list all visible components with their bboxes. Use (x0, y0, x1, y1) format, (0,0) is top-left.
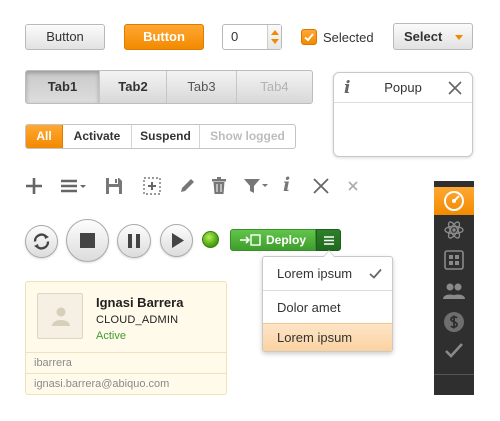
user-role: CLOUD_ADMIN (96, 314, 179, 326)
menu-item-label: Dolor amet (277, 300, 341, 315)
plus-icon[interactable] (24, 176, 44, 196)
menu-item[interactable]: Lorem ipsum (263, 257, 392, 291)
spinner-down-icon[interactable] (271, 39, 279, 44)
checkmark-icon (369, 268, 382, 279)
segmented-filter: All Activate Suspend Show logged (25, 124, 296, 149)
trash-icon[interactable] (209, 176, 229, 196)
spinner-up-icon[interactable] (271, 30, 279, 35)
grid-icon (444, 250, 464, 270)
tab-4-disabled: Tab4 (260, 79, 289, 94)
user-status: Active (96, 330, 126, 342)
atom-icon (444, 221, 464, 239)
status-led (202, 231, 219, 248)
sidebar-item-dashboard[interactable] (434, 187, 474, 215)
deploy-icon (240, 234, 261, 246)
tab-2[interactable]: Tab2 (100, 71, 167, 103)
user-placeholder-icon (52, 307, 70, 326)
tab-1[interactable]: Tab1 (26, 71, 100, 103)
deploy-button[interactable]: Deploy (230, 229, 316, 251)
menu-item-highlighted[interactable]: Lorem ipsum (263, 323, 392, 351)
pause-button[interactable] (117, 224, 151, 258)
filter-activate[interactable]: Activate (63, 125, 132, 148)
deploy-label: Deploy (266, 233, 307, 247)
refresh-icon (33, 233, 50, 250)
add-select-icon[interactable] (142, 176, 162, 196)
deploy-menu-button[interactable] (316, 229, 341, 251)
number-spinner[interactable]: 0 (222, 24, 282, 50)
save-icon[interactable] (104, 176, 124, 196)
filter-show-logged: Show logged (210, 129, 285, 143)
filter-icon[interactable] (243, 176, 269, 196)
sidebar (434, 181, 474, 395)
spinner-value[interactable]: 0 (231, 25, 238, 49)
select-label: Select (404, 29, 443, 44)
caret-down-icon (455, 35, 463, 40)
menu-item-label: Lorem ipsum (277, 330, 353, 345)
sidebar-item-check[interactable] (434, 338, 474, 366)
info-icon[interactable]: i (283, 174, 290, 196)
deploy-dropdown-menu: Lorem ipsum Dolor amet Lorem ipsum (262, 250, 393, 352)
stop-button[interactable] (66, 219, 109, 262)
menu-icon (324, 236, 334, 245)
select-dropdown[interactable]: Select (393, 23, 473, 50)
sidebar-item-atom[interactable] (434, 216, 474, 244)
orange-button[interactable]: Button (124, 24, 204, 50)
popup: i Popup (333, 72, 473, 157)
small-close-icon[interactable] (343, 176, 363, 196)
tab-3[interactable]: Tab3 (167, 71, 237, 103)
close-icon[interactable] (448, 81, 462, 95)
user-username: ibarrera (26, 352, 226, 372)
sidebar-item-grid[interactable] (434, 247, 474, 275)
dollar-icon (444, 312, 464, 332)
avatar (37, 293, 83, 339)
checkmark-icon (304, 33, 314, 42)
pencil-icon[interactable] (177, 176, 197, 196)
users-icon (443, 283, 465, 299)
user-card: Ignasi Barrera CLOUD_ADMIN Active ibarre… (25, 281, 227, 395)
menu-item[interactable]: Dolor amet (263, 294, 392, 322)
list-icon[interactable] (59, 176, 87, 196)
sidebar-item-users[interactable] (434, 278, 474, 306)
sidebar-divider (434, 374, 474, 375)
check-icon (445, 343, 463, 358)
dashboard-icon (444, 191, 464, 211)
pause-icon (128, 234, 140, 248)
play-icon (172, 233, 184, 248)
stop-icon (80, 233, 95, 248)
refresh-button[interactable] (25, 225, 58, 258)
sidebar-item-pricing[interactable] (434, 308, 474, 336)
gray-button[interactable]: Button (25, 24, 105, 50)
filter-suspend[interactable]: Suspend (132, 125, 200, 148)
user-name: Ignasi Barrera (96, 295, 184, 310)
checkbox-label: Selected (323, 30, 374, 45)
selected-checkbox[interactable] (301, 29, 317, 45)
play-button[interactable] (160, 224, 193, 257)
spinner-arrows[interactable] (267, 25, 281, 49)
filter-all[interactable]: All (26, 125, 63, 148)
tab-bar: Tab1 Tab2 Tab3 Tab4 (25, 70, 313, 104)
user-email: ignasi.barrera@abiquo.com (26, 373, 226, 393)
close-icon[interactable] (311, 176, 331, 196)
popup-header: i Popup (334, 73, 472, 103)
menu-item-label: Lorem ipsum (277, 266, 353, 281)
